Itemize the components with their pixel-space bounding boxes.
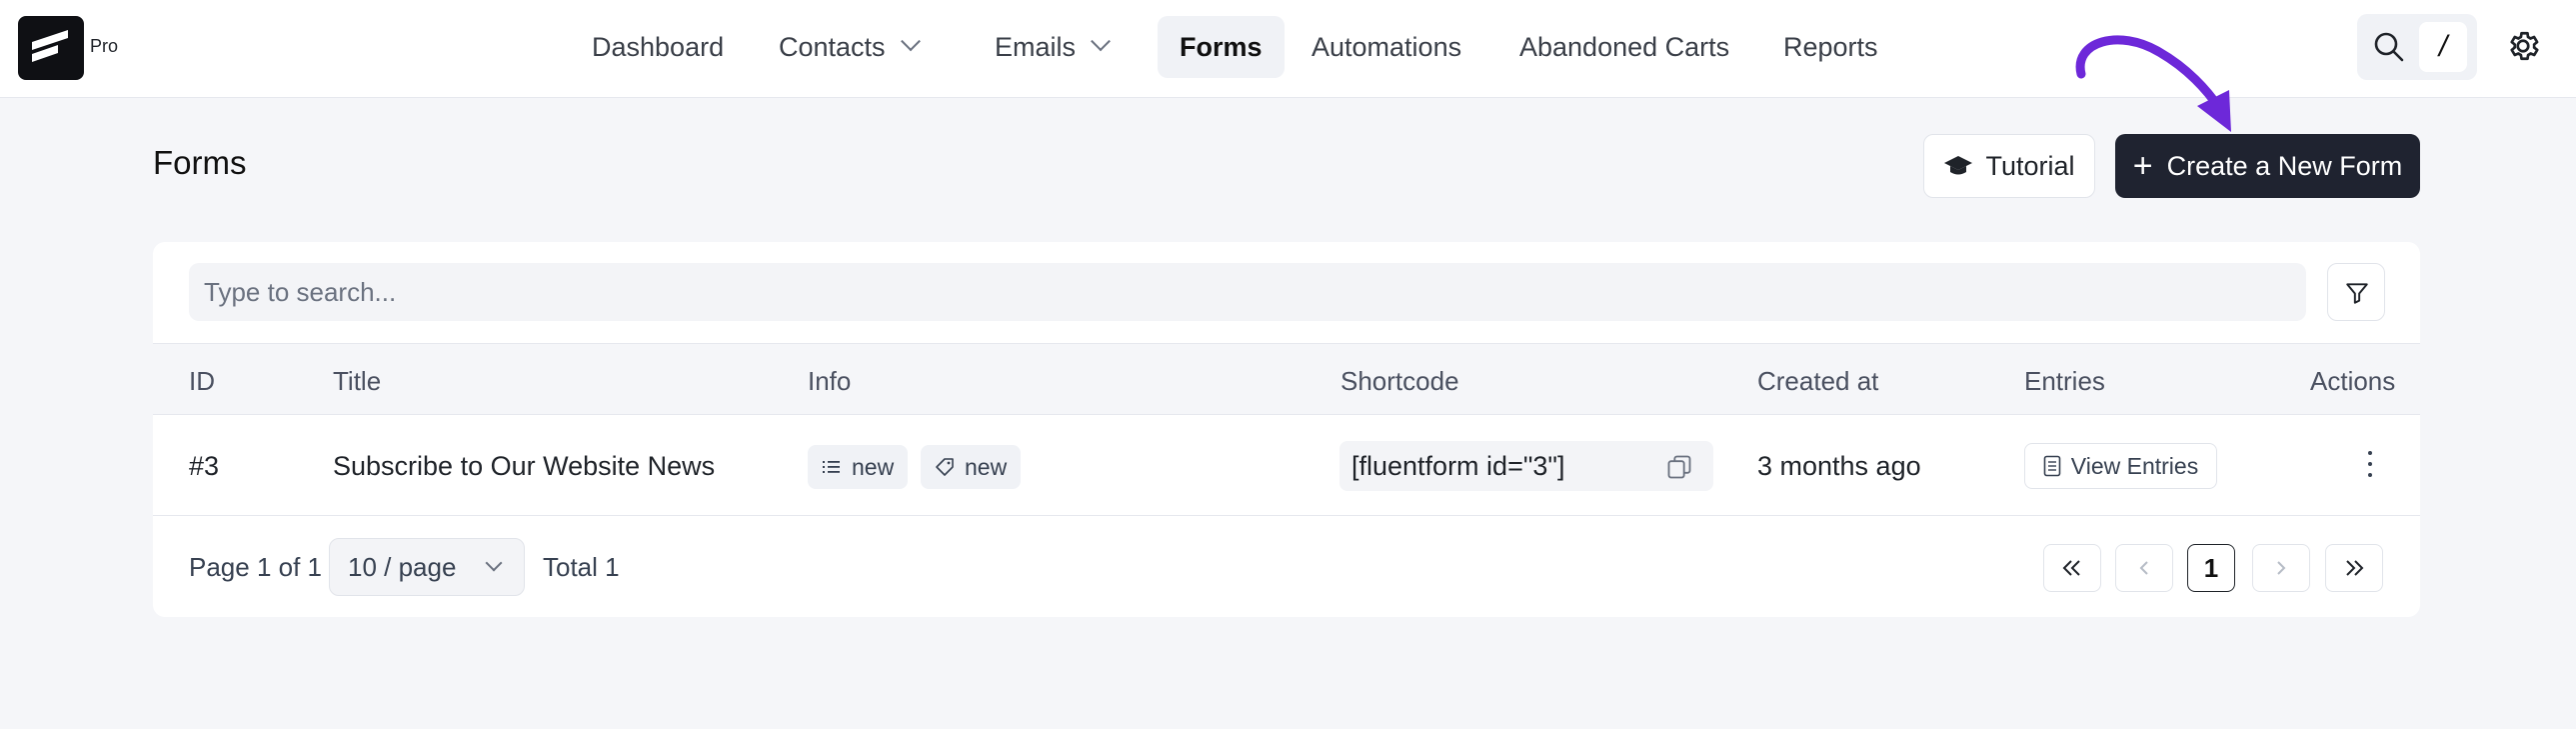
form-title[interactable]: Subscribe to Our Website News bbox=[333, 451, 715, 482]
info-tag-list: new bbox=[808, 445, 909, 489]
forms-table-card: Type to search... ID Title Info Shortcod… bbox=[153, 242, 2420, 617]
view-entries-label: View Entries bbox=[2070, 452, 2199, 479]
column-header: Info bbox=[808, 366, 852, 396]
double-chevron-left-icon bbox=[2062, 560, 2080, 576]
pagination-bar: Page 1 of 1 10 / page Total 1 1 bbox=[153, 516, 2420, 617]
nav-contacts[interactable]: Contacts bbox=[757, 16, 940, 78]
pro-badge: Pro bbox=[90, 36, 119, 56]
info-tag-label: new bbox=[965, 453, 1008, 480]
page-info: Page 1 of 1 bbox=[189, 552, 322, 582]
nav-label: Reports bbox=[1783, 31, 1878, 62]
created-at: 3 months ago bbox=[1757, 451, 1921, 481]
search-shortcut-box[interactable]: / bbox=[2357, 14, 2477, 80]
search-input[interactable]: Type to search... bbox=[189, 263, 2306, 321]
prev-page-button[interactable] bbox=[2115, 544, 2173, 592]
nav-label: Automations bbox=[1311, 31, 1462, 62]
filter-icon bbox=[2346, 283, 2368, 304]
column-header: Actions bbox=[2310, 366, 2396, 396]
plus-icon: + bbox=[2132, 147, 2153, 185]
per-page-value: 10 / page bbox=[348, 552, 457, 582]
nav-label: Abandoned Carts bbox=[1519, 31, 1730, 62]
chevron-right-icon bbox=[2277, 561, 2286, 575]
tag-icon bbox=[936, 458, 954, 476]
graduation-cap-icon bbox=[1944, 156, 1973, 175]
chevron-left-icon bbox=[2139, 561, 2148, 575]
column-header: Created at bbox=[1757, 366, 1879, 396]
nav-automations[interactable]: Automations bbox=[1289, 16, 1483, 78]
app-logo-icon[interactable] bbox=[18, 16, 84, 80]
tutorial-button[interactable]: Tutorial bbox=[1923, 134, 2095, 198]
shortcode-field[interactable]: [fluentform id="3"] bbox=[1339, 441, 1713, 491]
shortcut-key: / bbox=[2419, 22, 2467, 72]
table-header: ID Title Info Shortcode Created at Entri… bbox=[153, 343, 2420, 415]
column-header: Entries bbox=[2024, 366, 2105, 396]
next-page-button[interactable] bbox=[2252, 544, 2310, 592]
gear-icon[interactable] bbox=[2505, 28, 2541, 64]
view-entries-button[interactable]: View Entries bbox=[2024, 443, 2217, 489]
last-page-button[interactable] bbox=[2325, 544, 2383, 592]
table-row: #3 Subscribe to Our Website News new new… bbox=[153, 415, 2420, 516]
annotation-arrow-icon bbox=[2075, 35, 2231, 132]
double-chevron-right-icon bbox=[2346, 560, 2364, 576]
page-title: Forms bbox=[153, 144, 247, 181]
chevron-down-icon bbox=[1091, 31, 1111, 52]
copy-icon[interactable] bbox=[1665, 453, 1693, 481]
form-id: #3 bbox=[189, 451, 220, 481]
chevron-down-icon bbox=[485, 554, 503, 572]
nav-label: Contacts bbox=[779, 31, 886, 62]
nav-label: Dashboard bbox=[592, 31, 725, 62]
filter-button[interactable] bbox=[2327, 263, 2385, 321]
document-icon bbox=[2043, 455, 2061, 477]
nav-abandoned-carts[interactable]: Abandoned Carts bbox=[1497, 16, 1751, 78]
nav-dashboard[interactable]: Dashboard bbox=[570, 16, 746, 78]
create-form-label: Create a New Form bbox=[2166, 150, 2403, 181]
tutorial-label: Tutorial bbox=[1985, 150, 2075, 181]
nav-forms[interactable]: Forms bbox=[1158, 16, 1285, 78]
column-header: Title bbox=[333, 366, 382, 396]
nav-reports[interactable]: Reports bbox=[1761, 16, 1900, 78]
column-header: Shortcode bbox=[1340, 366, 1459, 396]
list-icon bbox=[823, 461, 840, 473]
per-page-select[interactable]: 10 / page bbox=[329, 538, 525, 596]
info-tag-label: new bbox=[852, 453, 895, 480]
shortcode-text: [fluentform id="3"] bbox=[1351, 451, 1565, 481]
nav-emails[interactable]: Emails bbox=[973, 16, 1130, 78]
nav-label: Forms bbox=[1180, 31, 1263, 62]
search-icon bbox=[2374, 32, 2404, 62]
nav-label: Emails bbox=[995, 31, 1077, 62]
chevron-down-icon bbox=[900, 31, 921, 52]
page-number-button[interactable]: 1 bbox=[2187, 544, 2235, 592]
column-header: ID bbox=[189, 366, 215, 396]
info-tag-tag: new bbox=[921, 445, 1022, 489]
more-actions-icon[interactable] bbox=[2366, 451, 2374, 481]
create-new-form-button[interactable]: + Create a New Form bbox=[2115, 134, 2420, 198]
total-count: Total 1 bbox=[543, 552, 620, 582]
first-page-button[interactable] bbox=[2043, 544, 2101, 592]
